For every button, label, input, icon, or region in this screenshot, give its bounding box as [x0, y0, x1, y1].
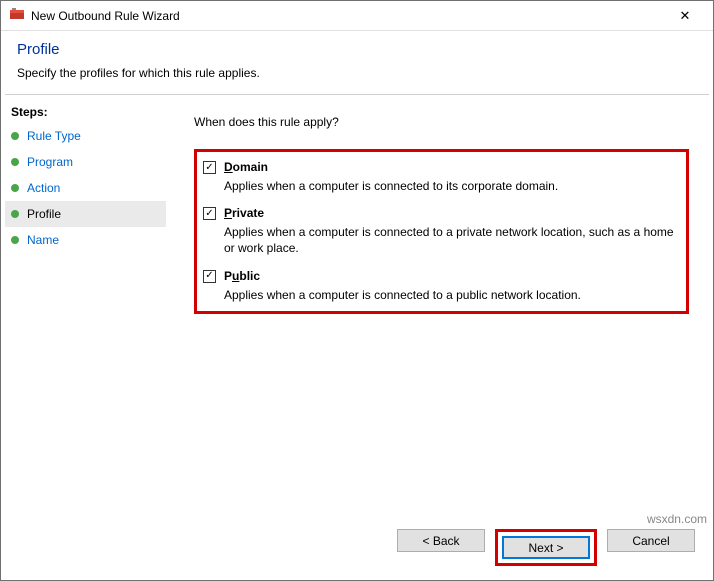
firewall-icon	[9, 6, 25, 25]
watermark: wsxdn.com	[647, 512, 707, 526]
public-row: ✓ Public	[203, 269, 676, 283]
cancel-button[interactable]: Cancel	[607, 529, 695, 552]
steps-sidebar: Steps: Rule Type Program Action Profile …	[1, 95, 170, 525]
bullet-icon	[11, 158, 19, 166]
public-desc: Applies when a computer is connected to …	[224, 287, 676, 303]
highlight-annotation: ✓ Domain Applies when a computer is conn…	[194, 149, 689, 314]
step-label: Rule Type	[27, 129, 81, 143]
highlight-annotation: Next >	[495, 529, 597, 566]
bullet-icon	[11, 184, 19, 192]
steps-heading: Steps:	[5, 101, 166, 123]
step-rule-type[interactable]: Rule Type	[5, 123, 166, 149]
footer: < Back Next > Cancel	[397, 529, 695, 566]
step-label: Profile	[27, 207, 61, 221]
next-button[interactable]: Next >	[502, 536, 590, 559]
window-title: New Outbound Rule Wizard	[31, 9, 665, 23]
step-label: Action	[27, 181, 60, 195]
bullet-icon	[11, 210, 19, 218]
page-title: Profile	[17, 41, 697, 58]
public-checkbox[interactable]: ✓	[203, 270, 216, 283]
titlebar: New Outbound Rule Wizard ✕	[1, 1, 713, 31]
private-row: ✓ Private	[203, 206, 676, 220]
domain-checkbox[interactable]: ✓	[203, 161, 216, 174]
private-checkbox[interactable]: ✓	[203, 207, 216, 220]
domain-row: ✓ Domain	[203, 160, 676, 174]
step-action[interactable]: Action	[5, 175, 166, 201]
step-profile: Profile	[5, 201, 166, 227]
content-panel: When does this rule apply? ✓ Domain Appl…	[170, 95, 713, 525]
step-name[interactable]: Name	[5, 227, 166, 253]
domain-label: Domain	[224, 160, 268, 174]
private-label: Private	[224, 206, 264, 220]
bullet-icon	[11, 236, 19, 244]
prompt-text: When does this rule apply?	[194, 115, 689, 129]
public-label: Public	[224, 269, 260, 283]
wizard-window: New Outbound Rule Wizard ✕ Profile Speci…	[0, 0, 714, 581]
back-button[interactable]: < Back	[397, 529, 485, 552]
step-label: Program	[27, 155, 73, 169]
header: Profile Specify the profiles for which t…	[1, 31, 713, 94]
step-program[interactable]: Program	[5, 149, 166, 175]
body: Steps: Rule Type Program Action Profile …	[1, 95, 713, 525]
close-button[interactable]: ✕	[665, 2, 705, 30]
domain-desc: Applies when a computer is connected to …	[224, 178, 676, 194]
private-desc: Applies when a computer is connected to …	[224, 224, 676, 256]
page-description: Specify the profiles for which this rule…	[17, 66, 697, 80]
bullet-icon	[11, 132, 19, 140]
step-label: Name	[27, 233, 59, 247]
